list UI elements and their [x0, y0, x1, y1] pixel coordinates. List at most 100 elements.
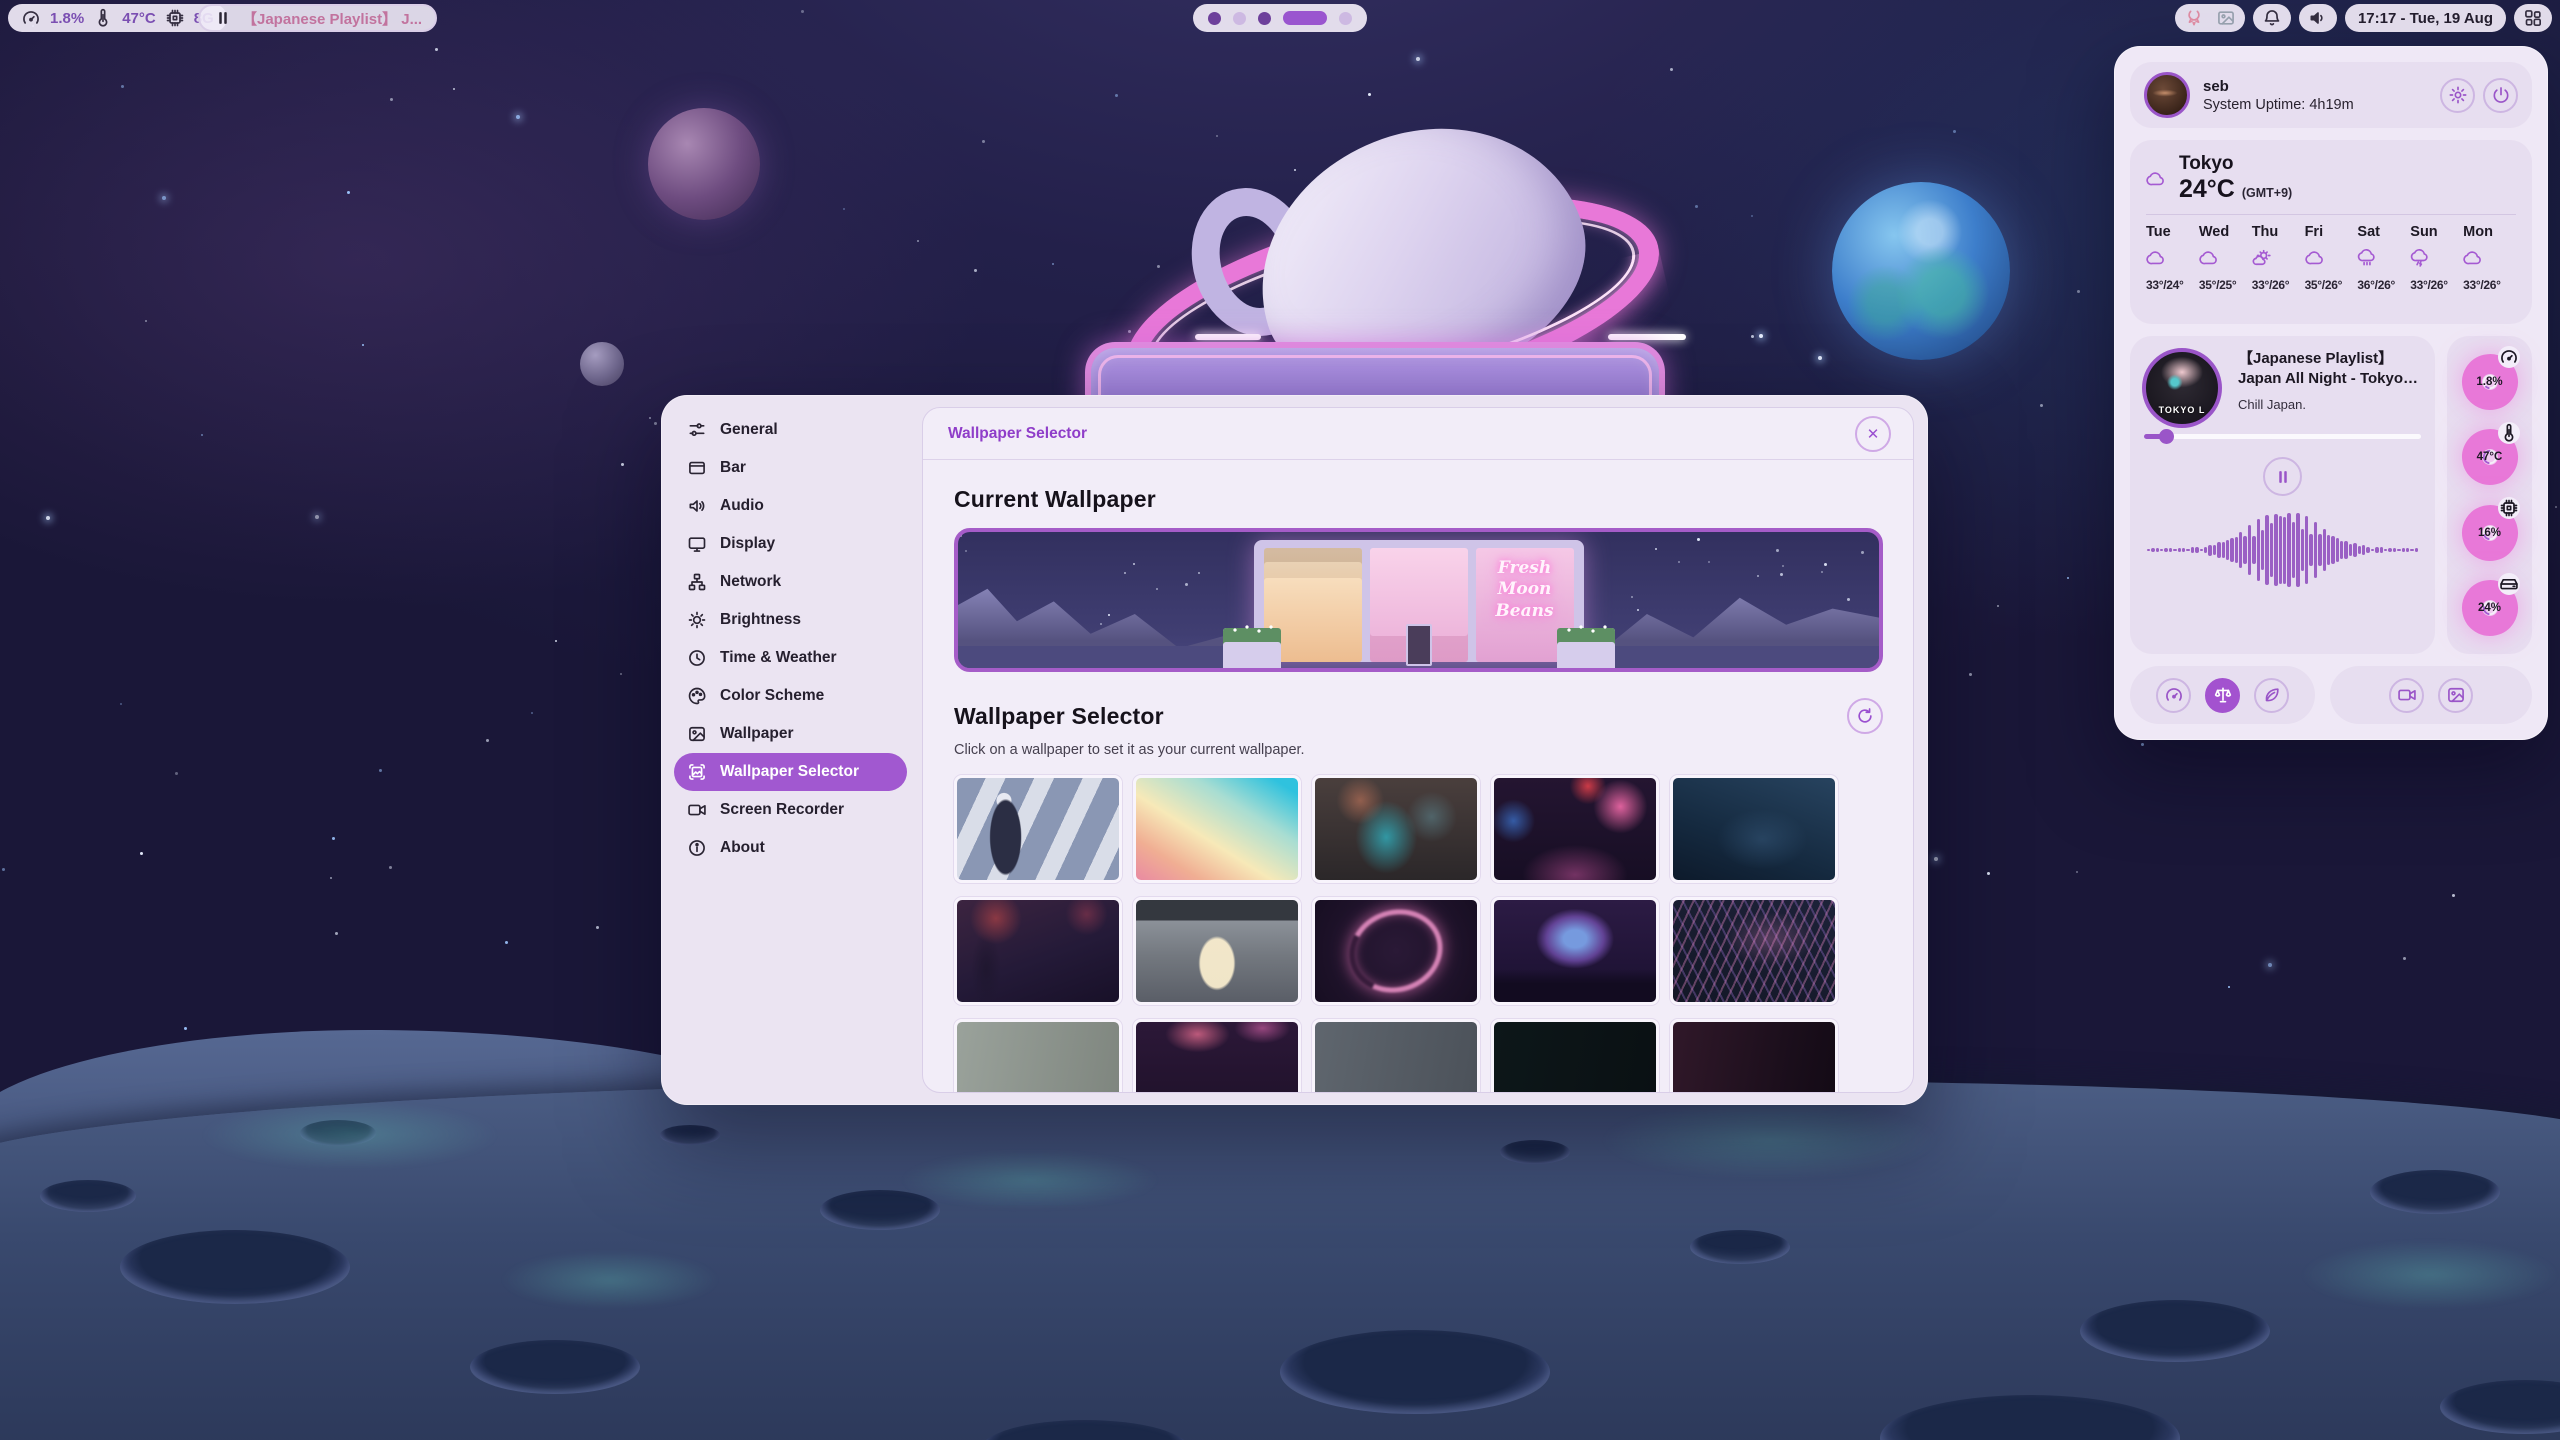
- brightness-icon: [687, 610, 707, 630]
- gallery-icon: [687, 762, 707, 782]
- workspace-dot-5[interactable]: [1339, 12, 1352, 25]
- seek-slider[interactable]: [2144, 429, 2421, 443]
- workspace-dot-3[interactable]: [1258, 12, 1271, 25]
- powersave-profile-button[interactable]: [2254, 678, 2289, 713]
- media-title-label: 【Japanese Playlist】 J...: [242, 8, 422, 29]
- waveform-bar: [2248, 525, 2251, 575]
- waveform-bar: [2147, 549, 2150, 551]
- play-pause-button[interactable]: [2263, 457, 2302, 496]
- sidebar-item-wallpaper[interactable]: Wallpaper: [674, 715, 907, 753]
- selector-subtitle: Click on a wallpaper to set it as your c…: [954, 742, 1883, 758]
- sidebar-item-wallpaper-selector[interactable]: Wallpaper Selector: [674, 753, 907, 791]
- workspace-dot-4[interactable]: [1283, 11, 1327, 25]
- workspace-indicator[interactable]: [1193, 4, 1367, 32]
- forecast-day-label: Tue: [2146, 224, 2199, 240]
- volume-button[interactable]: [2299, 4, 2337, 32]
- dashboard-button[interactable]: [2514, 4, 2552, 32]
- waveform-bar: [2283, 517, 2286, 584]
- wallpaper-thumbnail-plum-gradient[interactable]: [1670, 1019, 1838, 1092]
- sidebar-item-audio[interactable]: Audio: [674, 487, 907, 525]
- sidebar-item-bar[interactable]: Bar: [674, 449, 907, 487]
- clock-label: 17:17 - Tue, 19 Aug: [2358, 10, 2493, 27]
- workspace-dot-1[interactable]: [1208, 12, 1221, 25]
- media-player-pill[interactable]: 【Japanese Playlist】 J...: [198, 4, 437, 32]
- top-bar: 1.8% 47°C 8G 【Japanese Playlist】 J... 17…: [0, 0, 2560, 36]
- screen-record-icon: [687, 800, 707, 820]
- waveform-bar: [2208, 545, 2211, 556]
- gauge-value-label: 47°C: [2477, 451, 2503, 463]
- wallpaper-thumbnail-wireframe-waves[interactable]: [1670, 897, 1838, 1005]
- close-button[interactable]: ✕: [1855, 416, 1891, 452]
- sidebar-item-screen-recorder[interactable]: Screen Recorder: [674, 791, 907, 829]
- wallpaper-thumbnail-nebula-forest[interactable]: [1491, 897, 1659, 1005]
- sidebar-item-network[interactable]: Network: [674, 563, 907, 601]
- capture-tools-group: [2330, 666, 2532, 724]
- screenshot-button[interactable]: [2438, 678, 2473, 713]
- gauge-icon: [2164, 685, 2184, 705]
- power-button[interactable]: [2483, 78, 2518, 113]
- sidebar-item-display[interactable]: Display: [674, 525, 907, 563]
- star: [1631, 596, 1633, 598]
- wallpaper-thumbnail-sage-blur[interactable]: [954, 1019, 1122, 1092]
- leaf-icon: [2262, 685, 2282, 705]
- sidebar-item-about[interactable]: About: [674, 829, 907, 867]
- refresh-button[interactable]: [1847, 698, 1883, 734]
- wallpaper-thumbnail-lofi-coffee-shop[interactable]: [1133, 897, 1301, 1005]
- slider-knob[interactable]: [2159, 429, 2174, 444]
- star: [201, 434, 203, 436]
- wallpaper-thumbnail-anime-crosswalk[interactable]: [954, 775, 1122, 883]
- wallpaper-thumbnail-neon-arcade-alley[interactable]: [1491, 775, 1659, 883]
- sidebar-item-time-weather[interactable]: Time & Weather: [674, 639, 907, 677]
- star: [974, 269, 977, 272]
- waveform-bar: [2235, 537, 2238, 562]
- wallpaper-thumbnail-purple-light-ring[interactable]: [1312, 897, 1480, 1005]
- forecast-temps-label: 35°/25°: [2199, 278, 2252, 292]
- wallpaper-thumbnail-dark-teal[interactable]: [1491, 1019, 1659, 1092]
- screen-record-button[interactable]: [2389, 678, 2424, 713]
- notifications-button[interactable]: [2253, 4, 2291, 32]
- screenshot-icon: [2446, 685, 2466, 705]
- wallpaper-thumbnail-blurred-aurora[interactable]: [1312, 775, 1480, 883]
- forecast-day-label: Sun: [2410, 224, 2463, 240]
- waveform-bar: [2239, 532, 2242, 568]
- system-stats-pill[interactable]: 1.8% 47°C 8G: [8, 4, 227, 32]
- waveform-bar: [2397, 549, 2400, 551]
- settings-button[interactable]: [2440, 78, 2475, 113]
- forecast-day-label: Sat: [2357, 224, 2410, 240]
- star: [1759, 334, 1763, 338]
- star: [1818, 356, 1822, 360]
- waveform-bar: [2305, 516, 2308, 583]
- system-tray[interactable]: [2175, 4, 2245, 32]
- star: [2, 868, 5, 871]
- wallpaper-thumbnail-crimson-forest-figure[interactable]: [954, 897, 1122, 1005]
- waveform-bar: [2340, 541, 2343, 560]
- wallpaper-thumbnail-pastel-gradient[interactable]: [1133, 775, 1301, 883]
- star: [1751, 215, 1753, 217]
- clock-pill[interactable]: 17:17 - Tue, 19 Aug: [2345, 4, 2506, 32]
- wallpaper-thumbnail-dark-winter-village[interactable]: [1670, 775, 1838, 883]
- panel-header: Wallpaper Selector ✕: [923, 408, 1913, 460]
- sidebar-item-brightness[interactable]: Brightness: [674, 601, 907, 639]
- balanced-profile-button[interactable]: [2205, 678, 2240, 713]
- wallpaper-thumbnail-pink-autumn-trees[interactable]: [1133, 1019, 1301, 1092]
- sidebar-item-color-scheme[interactable]: Color Scheme: [674, 677, 907, 715]
- performance-profile-button[interactable]: [2156, 678, 2191, 713]
- waveform-bar: [2349, 544, 2352, 556]
- sidebar-item-general[interactable]: General: [674, 411, 907, 449]
- tray-app-icon-2[interactable]: [2216, 8, 2236, 28]
- tray-app-icon-1[interactable]: [2184, 8, 2204, 28]
- workspace-dot-2[interactable]: [1233, 12, 1246, 25]
- star: [389, 866, 392, 869]
- forecast-day-sun: Sun33°/26°: [2410, 224, 2463, 292]
- waveform-bar: [2402, 548, 2405, 552]
- waveform-bar: [2331, 536, 2334, 565]
- temperature-label: 47°C: [122, 10, 156, 27]
- star: [1987, 872, 1990, 875]
- waveform-bar: [2301, 529, 2304, 571]
- current-wallpaper-preview: Fresh Moon Beans: [954, 528, 1883, 672]
- weather-temperature: 24°C: [2179, 175, 2235, 204]
- star: [596, 926, 599, 929]
- waveform-bar: [2323, 529, 2326, 571]
- wallpaper-thumbnail-slate-gray[interactable]: [1312, 1019, 1480, 1092]
- flower-planter: [1223, 628, 1281, 668]
